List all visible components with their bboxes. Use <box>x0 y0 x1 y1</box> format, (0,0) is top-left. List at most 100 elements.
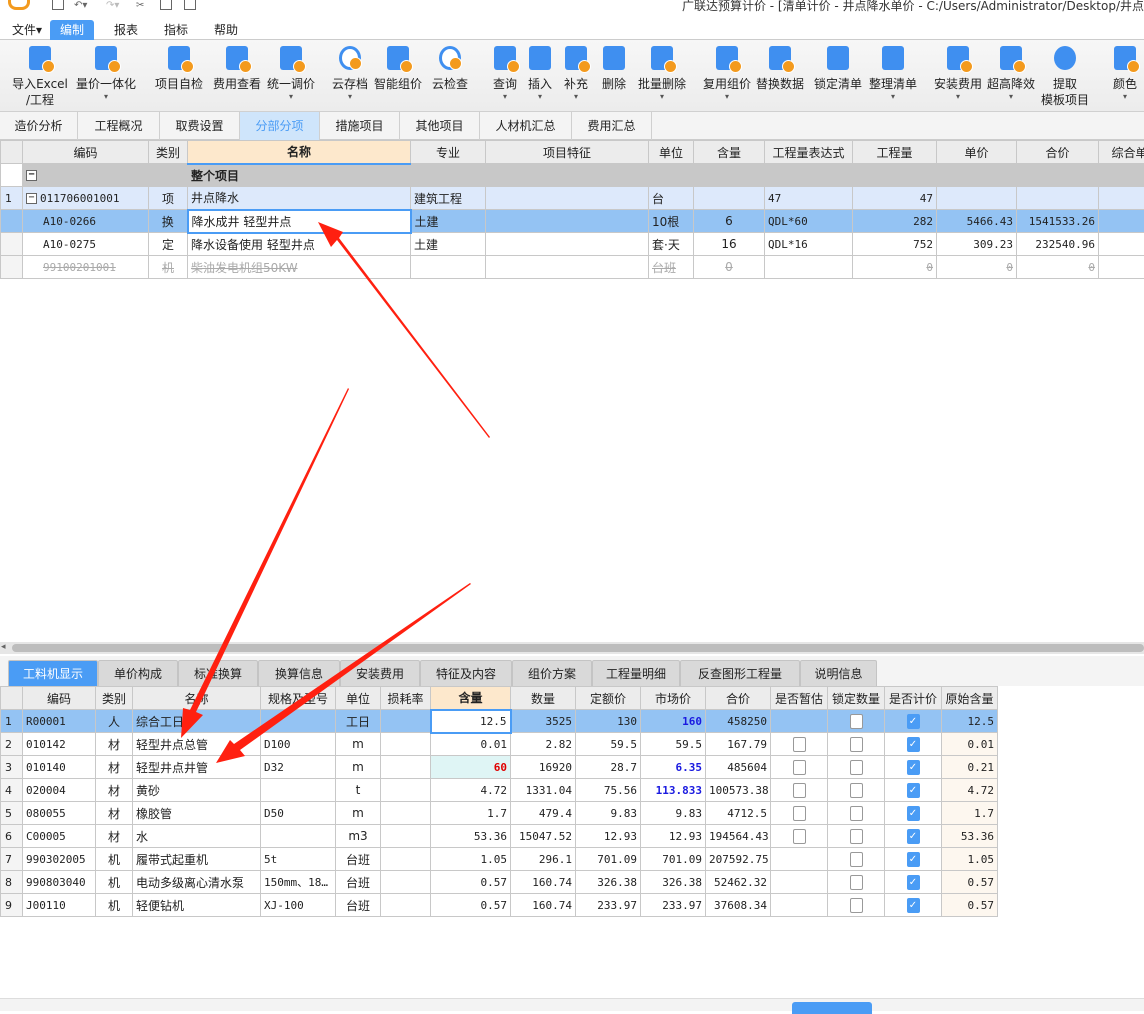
table-row[interactable]: 7990302005机履带式起重机5t台班1.05296.1701.09701.… <box>1 848 998 871</box>
cell-priced[interactable]: ✓ <box>885 733 942 756</box>
cell-loss[interactable] <box>381 894 431 917</box>
cell-unit[interactable]: 台班 <box>336 848 381 871</box>
cell-qty[interactable]: 0.57 <box>431 871 511 894</box>
tab-4[interactable]: 措施项目 <box>320 112 400 140</box>
priced-checkbox[interactable]: ✓ <box>907 783 920 798</box>
priced-checkbox[interactable]: ✓ <box>907 852 920 867</box>
cell-name[interactable]: 轻型井点井管 <box>133 756 261 779</box>
cell[interactable]: 6 <box>694 210 765 233</box>
est-checkbox[interactable] <box>793 737 806 752</box>
cell-lock[interactable] <box>828 894 885 917</box>
est-checkbox[interactable] <box>793 760 806 775</box>
cell-lock[interactable] <box>828 871 885 894</box>
cell-spec[interactable] <box>261 825 336 848</box>
est-checkbox[interactable] <box>793 806 806 821</box>
table-row[interactable]: A10-0275定降水设备使用 轻型井点土建套·天16QDL*16752309.… <box>1 233 1144 256</box>
column-header[interactable]: 是否暂估 <box>771 687 828 710</box>
cell-name[interactable]: 橡胶管 <box>133 802 261 825</box>
bottom-tab-4[interactable]: 安装费用 <box>340 660 420 686</box>
cell[interactable]: A10-0275 <box>23 233 149 256</box>
column-header[interactable]: 工程量表达式 <box>765 141 853 164</box>
priced-checkbox[interactable]: ✓ <box>907 737 920 752</box>
cell-orig[interactable]: 53.36 <box>942 825 998 848</box>
cell-est[interactable] <box>771 802 828 825</box>
cell-type[interactable]: 材 <box>96 802 133 825</box>
cell[interactable] <box>649 164 694 187</box>
cell-orig[interactable]: 1.7 <box>942 802 998 825</box>
cell[interactable] <box>486 256 649 279</box>
cell[interactable]: 台班 <box>649 256 694 279</box>
column-header[interactable]: 编码 <box>23 141 149 164</box>
bottom-tab-7[interactable]: 工程量明细 <box>592 660 680 686</box>
lock-checkbox[interactable] <box>850 760 863 775</box>
column-header[interactable]: 含量 <box>431 687 511 710</box>
cell-base[interactable]: 701.09 <box>576 848 641 871</box>
cell[interactable]: 5466.43 <box>937 210 1017 233</box>
table-row[interactable]: 1R00001人综合工日工日12.53525130160458250✓12.5 <box>1 710 998 733</box>
cell-amount[interactable]: 160.74 <box>511 871 576 894</box>
column-header[interactable]: 类别 <box>149 141 188 164</box>
cell-code[interactable]: 990302005 <box>23 848 96 871</box>
ribbon-button-12[interactable]: 批量删除▾ <box>630 44 694 102</box>
cell[interactable]: 232540.96 <box>1017 233 1099 256</box>
cell-loss[interactable] <box>381 871 431 894</box>
cell[interactable]: 47 <box>765 187 853 210</box>
bottom-tab-1[interactable]: 单价构成 <box>98 660 178 686</box>
cell-qty[interactable]: 4.72 <box>431 779 511 802</box>
cell-type[interactable]: 机 <box>96 894 133 917</box>
cell-total[interactable]: 37608.34 <box>706 894 771 917</box>
cell-est[interactable] <box>771 779 828 802</box>
cell-amount[interactable]: 479.4 <box>511 802 576 825</box>
tab-3[interactable]: 分部分项 <box>240 112 320 140</box>
cell[interactable] <box>765 164 853 187</box>
cell-total[interactable]: 207592.75 <box>706 848 771 871</box>
paste-icon[interactable] <box>184 0 196 10</box>
chevron-down-icon[interactable]: ▾ <box>259 92 323 102</box>
cell-amount[interactable]: 2.82 <box>511 733 576 756</box>
cell-code[interactable]: R00001 <box>23 710 96 733</box>
lock-checkbox[interactable] <box>850 898 863 913</box>
priced-checkbox[interactable]: ✓ <box>907 760 920 775</box>
cell-total[interactable]: 52462.32 <box>706 871 771 894</box>
cell-qty[interactable]: 1.7 <box>431 802 511 825</box>
cell-no[interactable]: 1 <box>1 710 23 733</box>
cell-spec[interactable] <box>261 779 336 802</box>
column-header[interactable]: 项目特征 <box>486 141 649 164</box>
lock-checkbox[interactable] <box>850 714 863 729</box>
tab-2[interactable]: 取费设置 <box>160 112 240 140</box>
cell-code[interactable]: 020004 <box>23 779 96 802</box>
chevron-down-icon[interactable]: ▾ <box>630 92 694 102</box>
cell-qty[interactable]: 1.05 <box>431 848 511 871</box>
cell-spec[interactable]: D50 <box>261 802 336 825</box>
menu-3[interactable]: 指标 <box>154 20 198 40</box>
cell[interactable] <box>1099 256 1144 279</box>
cell[interactable] <box>486 233 649 256</box>
column-header[interactable]: 定额价 <box>576 687 641 710</box>
ribbon-button-0[interactable]: 导入Excel/工程 <box>8 44 72 108</box>
cell[interactable]: 47 <box>853 187 937 210</box>
table-row[interactable]: 1−011706001001项井点降水建筑工程台474739 <box>1 187 1144 210</box>
cell-base[interactable]: 12.93 <box>576 825 641 848</box>
bottom-tab-5[interactable]: 特征及内容 <box>420 660 512 686</box>
table-row[interactable]: 99100201001机柴油发电机组50KW台班0000 <box>1 256 1144 279</box>
cell-no[interactable]: 9 <box>1 894 23 917</box>
ribbon-button-4[interactable]: 统一调价▾ <box>259 44 323 102</box>
bottom-tab-8[interactable]: 反查图形工程量 <box>680 660 800 686</box>
cell-qty[interactable]: 0.01 <box>431 733 511 756</box>
cell[interactable] <box>149 164 188 187</box>
cell[interactable]: 台 <box>649 187 694 210</box>
cell[interactable] <box>1 210 23 233</box>
cell[interactable]: 1 <box>1 187 23 210</box>
cell-base[interactable]: 233.97 <box>576 894 641 917</box>
cell[interactable] <box>1 233 23 256</box>
cell-type[interactable]: 材 <box>96 825 133 848</box>
ribbon-button-19[interactable]: 提取模板项目 <box>1033 44 1097 108</box>
cell[interactable] <box>486 187 649 210</box>
cell[interactable] <box>411 164 486 187</box>
cell-total[interactable]: 485604 <box>706 756 771 779</box>
priced-checkbox[interactable]: ✓ <box>907 829 920 844</box>
menu-4[interactable]: 帮助 <box>204 20 248 40</box>
bottom-tab-2[interactable]: 标准换算 <box>178 660 258 686</box>
cell-priced[interactable]: ✓ <box>885 848 942 871</box>
priced-checkbox[interactable]: ✓ <box>907 714 920 729</box>
